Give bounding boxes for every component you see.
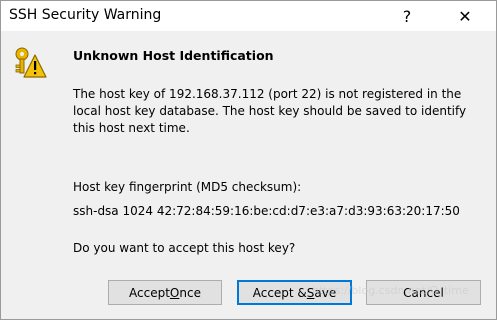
help-button[interactable]: ?: [384, 1, 430, 31]
button-mnemonic: S: [306, 285, 315, 300]
button-label: Cancel: [403, 285, 444, 300]
cancel-button[interactable]: Cancel: [366, 280, 481, 305]
message-line: local host key database. The host key sh…: [73, 104, 467, 118]
dialog-body: Unknown Host Identification The host key…: [1, 31, 496, 319]
message-line: this host next time.: [73, 121, 190, 135]
button-label: Accept &: [252, 285, 307, 300]
button-label: Accept: [129, 285, 170, 300]
fingerprint-label: Host key fingerprint (MD5 checksum):: [73, 180, 302, 194]
warning-message: The host key of 192.168.37.112 (port 22)…: [73, 86, 488, 137]
title-bar: SSH Security Warning ? ✕: [1, 1, 496, 31]
button-label: ave: [314, 285, 337, 300]
accept-and-save-button[interactable]: Accept & Save: [237, 280, 352, 305]
close-icon: ✕: [458, 6, 472, 26]
button-mnemonic: O: [169, 285, 180, 300]
window-title: SSH Security Warning: [9, 7, 162, 23]
close-button[interactable]: ✕: [442, 1, 488, 31]
help-icon: ?: [402, 6, 412, 26]
accept-once-button[interactable]: Accept Once: [108, 280, 222, 305]
message-line: The host key of 192.168.37.112 (port 22)…: [73, 87, 462, 101]
accept-question: Do you want to accept this host key?: [73, 241, 296, 255]
key-warning-icon: [15, 47, 47, 78]
ssh-warning-dialog: SSH Security Warning ? ✕ Unknown Host Id…: [0, 0, 497, 320]
dialog-heading: Unknown Host Identification: [73, 48, 274, 63]
fingerprint-value: ssh-dsa 1024 42:72:84:59:16:be:cd:d7:e3:…: [73, 204, 460, 218]
button-label: nce: [179, 285, 201, 300]
